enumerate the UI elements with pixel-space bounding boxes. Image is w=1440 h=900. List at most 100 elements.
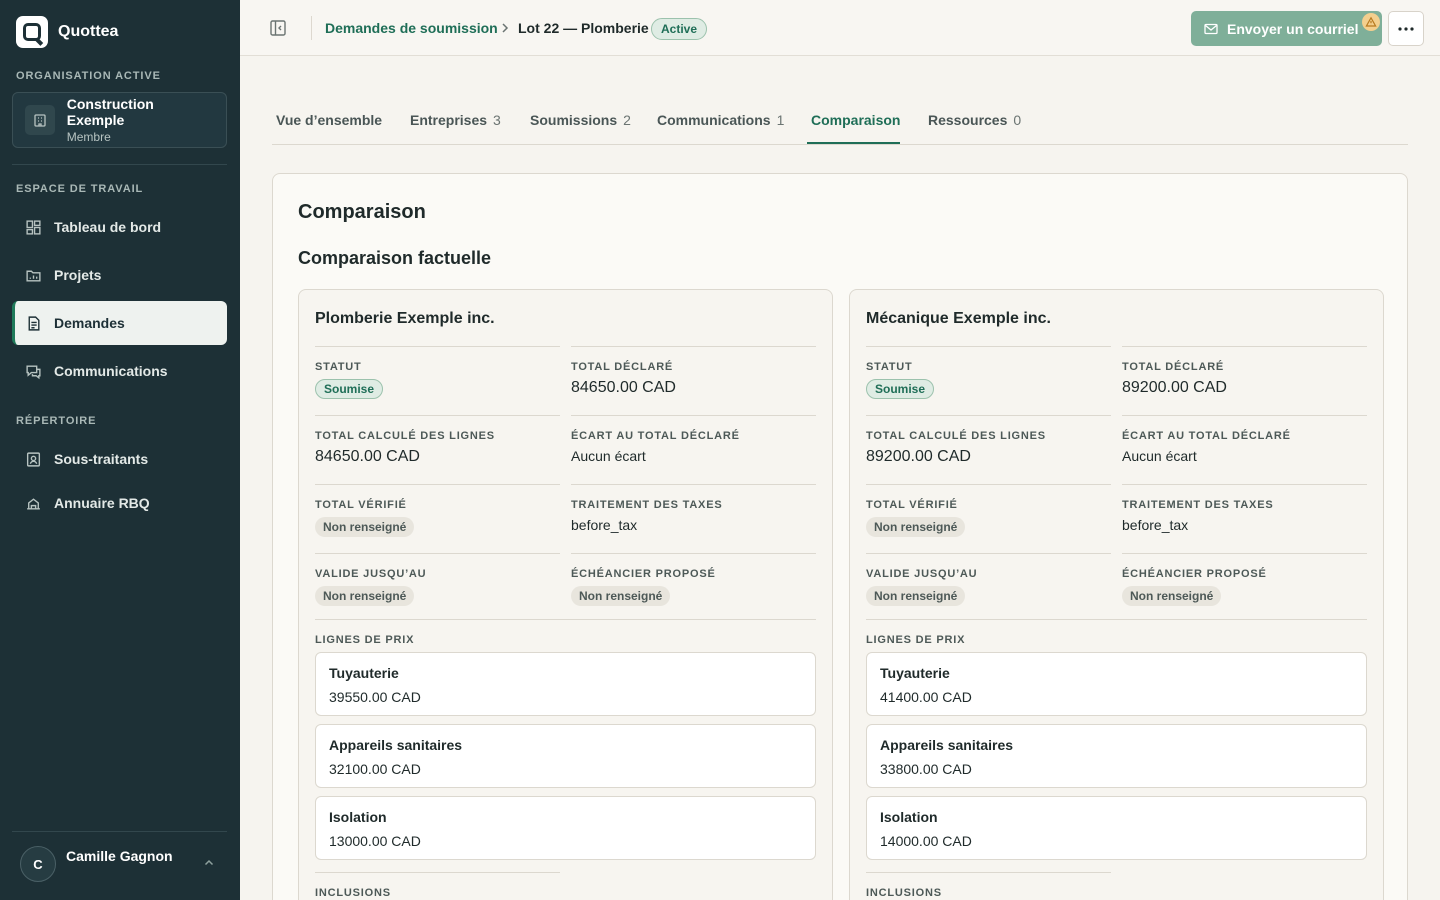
more-options-button[interactable]: [1388, 11, 1424, 46]
field-declared-total: Total déclaré 89200.00 CAD: [1122, 346, 1367, 397]
brand[interactable]: Quottea: [16, 16, 118, 48]
empty-value-badge: Non renseigné: [315, 517, 415, 537]
org-name: Construction Exemple: [66, 96, 154, 128]
line-amount: 39550.00 CAD: [329, 689, 421, 705]
user-menu[interactable]: C Camille Gagnon: [20, 844, 220, 884]
comparison-card: Comparaison Comparaison factuelle Plombe…: [272, 173, 1408, 900]
avatar: C: [20, 846, 56, 882]
field-label: Total déclaré: [1122, 361, 1225, 373]
sidebar-item-label: Communications: [54, 363, 168, 379]
field-label: Échéancier proposé: [1122, 568, 1267, 580]
workspace-section-label: Espace de travail: [16, 183, 144, 195]
tab-comparison[interactable]: Comparaison: [811, 112, 900, 128]
contact-icon: [24, 450, 42, 468]
field-label: Total calculé des lignes: [866, 430, 1046, 442]
field-valid-until: Valide jusqu’au Non renseigné: [315, 553, 560, 606]
field-value: Aucun écart: [1122, 448, 1197, 464]
topbar-divider: [311, 16, 312, 40]
field-valid-until: Valide jusqu’au Non renseigné: [866, 553, 1111, 606]
field-label: Statut: [866, 361, 913, 373]
field-value: before_tax: [571, 517, 638, 533]
empty-value-badge: Non renseigné: [866, 517, 966, 537]
org-role: Membre: [66, 130, 111, 144]
line-amount: 33800.00 CAD: [880, 761, 972, 777]
topbar: Demandes de soumission Lot 22 — Plomberi…: [240, 0, 1440, 56]
document-icon: [24, 314, 42, 332]
line-name: Appareils sanitaires: [329, 737, 463, 753]
sidebar-divider: [12, 164, 227, 165]
tab-submissions[interactable]: Soumissions 2: [530, 112, 631, 128]
tab-count: 1: [776, 112, 785, 128]
empty-value-badge: Non renseigné: [866, 586, 966, 606]
company-card: Plomberie Exemple inc. Statut Soumise To…: [298, 289, 833, 900]
field-label: Total calculé des lignes: [315, 430, 495, 442]
org-switcher[interactable]: Construction Exemple Membre: [12, 92, 227, 148]
brand-name: Quottea: [58, 23, 119, 40]
sidebar-item-label: Demandes: [54, 315, 125, 331]
tab-label: Comparaison: [811, 112, 901, 128]
building-icon: [24, 494, 42, 512]
line-amount: 13000.00 CAD: [329, 833, 421, 849]
price-line-item: Appareils sanitaires 33800.00 CAD: [866, 724, 1367, 788]
company-name: Plomberie Exemple inc.: [315, 310, 495, 327]
field-declared-total: Total déclaré 84650.00 CAD: [571, 346, 816, 397]
field-label: Valide jusqu’au: [866, 568, 978, 580]
sidebar-item-communications[interactable]: Communications: [12, 349, 227, 393]
field-value: 84650.00 CAD: [571, 379, 676, 396]
price-line-item: Tuyauterie 41400.00 CAD: [866, 652, 1367, 716]
price-line-item: Tuyauterie 39550.00 CAD: [315, 652, 816, 716]
price-line-item: Isolation 13000.00 CAD: [315, 796, 816, 860]
field-schedule: Échéancier proposé Non renseigné: [1122, 553, 1367, 606]
company-name: Mécanique Exemple inc.: [866, 310, 1051, 327]
sidebar-item-subcontractors[interactable]: Sous-traitants: [12, 437, 227, 481]
dashboard-icon: [24, 218, 42, 236]
empty-value-badge: Non renseigné: [315, 586, 415, 606]
sidebar-item-rbq-directory[interactable]: Annuaire RBQ: [12, 481, 227, 525]
inclusions-label: Inclusions: [315, 872, 560, 899]
folder-icon: [24, 266, 42, 284]
field-computed-total: Total calculé des lignes 84650.00 CAD: [315, 415, 560, 466]
field-label: Total vérifié: [315, 499, 407, 511]
tab-label: Communications: [657, 112, 771, 128]
warning-icon: [1362, 13, 1380, 31]
field-label: Écart au total déclaré: [1122, 430, 1291, 442]
field-value: 84650.00 CAD: [315, 448, 420, 465]
tab-count: 3: [493, 112, 501, 128]
chat-icon: [24, 362, 42, 380]
sidebar-toggle-icon[interactable]: [268, 18, 288, 38]
price-lines-label: Lignes de prix: [866, 619, 1367, 646]
tab-resources[interactable]: Ressources 0: [928, 112, 1021, 128]
field-label: Échéancier proposé: [571, 568, 716, 580]
building-icon: [25, 105, 55, 135]
quottea-logo-icon: [16, 16, 48, 48]
tab-count: 0: [1013, 112, 1022, 128]
line-name: Appareils sanitaires: [880, 737, 1014, 753]
line-amount: 14000.00 CAD: [880, 833, 972, 849]
tabs: Vue d’ensemble Entreprises 3 Soumissions 2…: [272, 100, 1408, 145]
tab-label: Entreprises: [410, 112, 488, 128]
chevron-up-icon: [204, 859, 214, 866]
field-status: Statut Soumise: [866, 346, 1111, 399]
price-line-item: Appareils sanitaires 32100.00 CAD: [315, 724, 816, 788]
line-name: Tuyauterie: [880, 665, 950, 681]
company-card: Mécanique Exemple inc. Statut Soumise To…: [849, 289, 1384, 900]
sidebar-item-label: Projets: [54, 267, 102, 283]
field-label: Valide jusqu’au: [315, 568, 427, 580]
send-email-button[interactable]: Envoyer un courriel: [1191, 11, 1382, 46]
breadcrumb-requests-link[interactable]: Demandes de soumission: [325, 20, 498, 36]
sidebar-item-requests[interactable]: Demandes: [12, 301, 227, 345]
tab-label: Vue d’ensemble: [276, 112, 383, 128]
tab-communications[interactable]: Communications 1: [657, 112, 784, 128]
tab-overview[interactable]: Vue d’ensemble: [276, 112, 382, 128]
field-value: 89200.00 CAD: [866, 448, 971, 465]
tab-label: Ressources: [928, 112, 1008, 128]
sidebar-item-dashboard[interactable]: Tableau de bord: [12, 205, 227, 249]
line-name: Isolation: [329, 809, 387, 825]
sidebar-item-label: Annuaire RBQ: [54, 495, 150, 511]
field-verified-total: Total vérifié Non renseigné: [866, 484, 1111, 537]
tab-companies[interactable]: Entreprises 3: [410, 112, 501, 128]
sidebar-item-projects[interactable]: Projets: [12, 253, 227, 297]
field-value: Aucun écart: [571, 448, 646, 464]
field-verified-total: Total vérifié Non renseigné: [315, 484, 560, 537]
line-amount: 41400.00 CAD: [880, 689, 972, 705]
